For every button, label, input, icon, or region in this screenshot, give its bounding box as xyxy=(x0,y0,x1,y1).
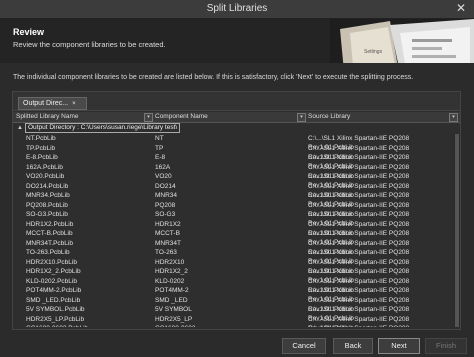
group-by-tag[interactable]: Output Direc... × xyxy=(18,97,87,110)
table-row[interactable]: MNR34.PcbLib MNR34 C:\...\SL1 Xilinx Spart… xyxy=(13,191,453,208)
column-header-library[interactable]: Splitted Library Name xyxy=(16,112,79,122)
group-row-label: Output Directory : C:\Users\susan.riege\… xyxy=(25,123,181,133)
table-row[interactable]: SO-G3.PcbLib SO-G3 C:\...\SL1 Xilinx Spart… xyxy=(13,210,453,227)
component-name-cell: HDR2X10 xyxy=(155,258,185,266)
component-name-cell: MNR34 xyxy=(155,192,178,199)
library-name-cell: NT.PcbLib xyxy=(26,135,56,142)
table-row[interactable]: SMD _LED.PcbLib SMD _LED C:\...\SL1 Xilinx… xyxy=(13,296,453,313)
next-button[interactable]: Next xyxy=(378,338,420,354)
table-row[interactable]: VO20.PcbLib VO20 C:\...\SL1 Xilinx Spartan… xyxy=(13,172,453,189)
library-name-cell: 162A.PcbLib xyxy=(26,163,63,171)
cancel-button[interactable]: Cancel xyxy=(282,338,326,354)
table-row[interactable]: HDR2X10.PcbLib HDR2X10 C:\...\SL1 Xilinx S… xyxy=(13,258,453,275)
remove-group-icon[interactable]: × xyxy=(72,101,76,107)
library-name-cell: TO-263.PcbLib xyxy=(26,249,70,256)
table-row[interactable]: TO-263.PcbLib TO-263 C:\...\SL1 Xilinx Spa… xyxy=(13,248,453,265)
library-name-cell: SO-G3.PcbLib xyxy=(26,211,68,218)
collapse-arrow-icon[interactable]: ▲ xyxy=(17,123,23,133)
filter-icon[interactable]: ▾ xyxy=(144,113,153,122)
table-row[interactable]: POT4MM-2.PcbLib POT4MM-2 C:\...\SL1 Xilinx… xyxy=(13,286,453,303)
library-name-cell: VO20.PcbLib xyxy=(26,173,65,180)
filter-icon[interactable]: ▾ xyxy=(297,113,306,122)
component-name-cell: VO20 xyxy=(155,173,172,180)
table-row[interactable]: HDR1X2_2.PcbLib HDR1X2_2 C:\...\SL1 Xilinx… xyxy=(13,267,453,284)
library-name-cell: MNR34.PcbLib xyxy=(26,192,70,199)
table-row[interactable]: E-8.PcbLib E-8 C:\...\SL1 Xilinx Spartan-I… xyxy=(13,153,453,170)
page-title: Review xyxy=(13,27,45,37)
component-name-cell: SO-G3 xyxy=(155,211,176,218)
header-illustration-icon: Settings xyxy=(330,19,474,63)
table-row[interactable]: MCCT-B.PcbLib MCCT-B C:\...\SL1 Xilinx Spa… xyxy=(13,229,453,246)
page-subtitle: Review the component libraries to be cre… xyxy=(13,40,166,49)
table-row[interactable]: KLD-0202.PcbLib KLD-0202 C:\...\SL1 Xilinx… xyxy=(13,277,453,294)
back-button[interactable]: Back xyxy=(333,338,373,354)
column-header-source[interactable]: Source Library xyxy=(308,112,350,122)
table-row[interactable]: HDR1X2.PcbLib HDR1X2 C:\...\SL1 Xilinx Spa… xyxy=(13,220,453,237)
intro-text: The individual component libraries to be… xyxy=(13,74,414,81)
table-row[interactable]: DO214.PcbLib DO214 C:\...\SL1 Xilinx Spart… xyxy=(13,182,453,199)
table-row[interactable]: HDR2X5_LP.PcbLib HDR2X5_LP C:\...\SL1 Xili… xyxy=(13,315,453,328)
component-name-cell: TO-263 xyxy=(155,249,177,256)
library-name-cell: HDR2X10.PcbLib xyxy=(26,258,77,266)
library-name-cell: E-8.PcbLib xyxy=(26,154,58,161)
scrollbar-thumb[interactable] xyxy=(455,134,459,327)
column-header-component[interactable]: Component Name xyxy=(155,112,208,122)
group-by-tag-label: Output Direc... xyxy=(23,100,69,107)
component-name-cell: KLD-0202 xyxy=(155,277,185,285)
close-icon[interactable]: ✕ xyxy=(454,2,468,15)
component-name-cell: HDR2X5_LP xyxy=(155,315,193,323)
component-name-cell: 5V SYMBOL xyxy=(155,306,192,313)
window-title: Split Libraries xyxy=(206,3,268,14)
component-name-cell: NT xyxy=(155,135,164,142)
table-row[interactable]: NT.PcbLib NT C:\...\SL1 Xilinx Spartan-IIE… xyxy=(13,134,453,151)
column-header-row: Splitted Library Name ▾ Component Name ▾… xyxy=(13,112,460,123)
library-name-cell: KLD-0202.PcbLib xyxy=(26,277,77,285)
library-grid: Output Direc... × Splitted Library Name ▾… xyxy=(12,91,461,330)
component-name-cell: CC1608-0603 xyxy=(155,324,195,327)
component-name-cell: MNR34T xyxy=(155,239,182,247)
vertical-scrollbar[interactable] xyxy=(454,134,460,327)
title-bar: Split Libraries ✕ xyxy=(0,0,474,19)
library-name-cell: HDR1X2_2.PcbLib xyxy=(26,268,81,275)
table-row[interactable]: 5V SYMBOL.PcbLib 5V SYMBOL C:\...\SL1 Xili… xyxy=(13,305,453,322)
group-row[interactable]: ▲ Output Directory : C:\Users\susan.rieg… xyxy=(13,123,460,133)
component-name-cell: MCCT-B xyxy=(155,230,180,237)
component-name-cell: TP xyxy=(155,144,164,152)
library-name-cell: CC1608-0603.PcbLib xyxy=(26,324,88,327)
table-row[interactable]: 162A.PcbLib 162A C:\...\SL1 Xilinx Spartan… xyxy=(13,163,453,180)
library-name-cell: PQ208.PcbLib xyxy=(26,201,68,209)
wizard-header: Review Review the component libraries to… xyxy=(0,19,474,63)
table-row[interactable]: TP.PcbLib TP C:\...\SL1 Xilinx Spartan-IIE… xyxy=(13,144,453,161)
component-name-cell: E-8 xyxy=(155,154,166,161)
component-name-cell: DO214 xyxy=(155,182,176,190)
library-name-cell: 5V SYMBOL.PcbLib xyxy=(26,306,85,313)
component-name-cell: PQ208 xyxy=(155,201,176,209)
component-name-cell: 162A xyxy=(155,163,171,171)
library-name-cell: HDR1X2.PcbLib xyxy=(26,220,74,228)
library-name-cell: MCCT-B.PcbLib xyxy=(26,230,73,237)
component-name-cell: SMD _LED xyxy=(155,296,188,304)
settings-label: Settings xyxy=(364,49,383,55)
table-row[interactable]: CC1608-0603.PcbLib CC1608-0603 C:\...\SL1 … xyxy=(13,324,453,327)
library-name-cell: MNR34T.PcbLib xyxy=(26,239,73,247)
library-name-cell: DO214.PcbLib xyxy=(26,182,69,190)
filter-icon[interactable]: ▾ xyxy=(449,113,458,122)
group-by-bar: Output Direc... × xyxy=(13,92,460,111)
library-name-cell: SMD _LED.PcbLib xyxy=(26,296,81,304)
library-rows: NT.PcbLib NT C:\...\SL1 Xilinx Spartan-IIE… xyxy=(13,134,453,327)
source-library-cell: C:\...\SL1 Xilinx Spartan-IIE PQ208 Rev1… xyxy=(308,324,453,327)
component-name-cell: HDR1X2_2 xyxy=(155,268,188,275)
finish-button[interactable]: Finish xyxy=(425,338,467,354)
library-name-cell: POT4MM-2.PcbLib xyxy=(26,287,82,294)
library-name-cell: HDR2X5_LP.PcbLib xyxy=(26,315,85,323)
component-name-cell: POT4MM-2 xyxy=(155,287,189,294)
table-row[interactable]: PQ208.PcbLib PQ208 C:\...\SL1 Xilinx Spart… xyxy=(13,201,453,218)
table-row[interactable]: MNR34T.PcbLib MNR34T C:\...\SL1 Xilinx Spa… xyxy=(13,239,453,256)
library-name-cell: TP.PcbLib xyxy=(26,144,56,152)
component-name-cell: HDR1X2 xyxy=(155,220,181,228)
